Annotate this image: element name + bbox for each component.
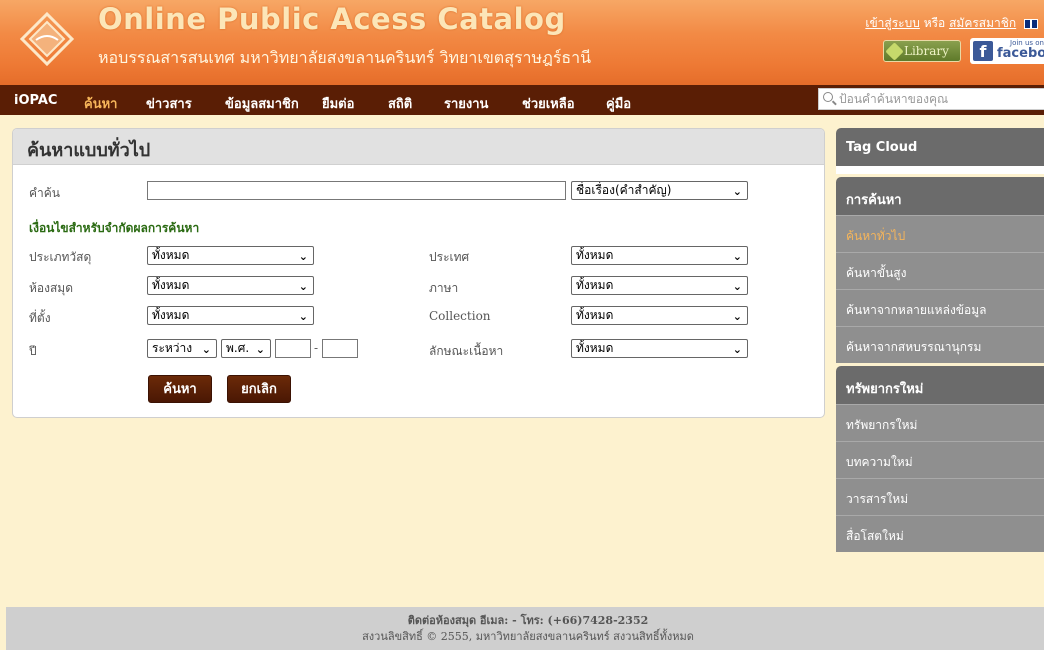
chevron-down-icon: ⌄ — [298, 310, 308, 323]
content-type-label: ลักษณะเนื้อหา — [429, 344, 504, 358]
search-icon — [823, 92, 833, 102]
site-title: Online Public Acess Catalog — [98, 2, 566, 36]
tag-cloud-heading: Tag Cloud — [836, 128, 1044, 166]
chevron-down-icon: ⌄ — [255, 343, 265, 356]
nav-item-search[interactable]: ค้นหา — [84, 93, 117, 114]
collection-label: Collection — [429, 309, 491, 323]
footer-copyright: สงวนลิขสิทธิ์ © 2555, มหาวิทยาลัยสงขลานค… — [362, 630, 694, 643]
side-item-new-media[interactable]: สื่อโสตใหม่ — [836, 515, 1044, 552]
year-mode-select[interactable]: ระหว่าง ⌄ — [147, 339, 217, 358]
library-button[interactable]: Library — [883, 40, 961, 62]
chevron-down-icon: ⌄ — [732, 310, 742, 323]
nav-item-news[interactable]: ข่าวสาร — [146, 93, 192, 114]
book-logo-icon — [19, 11, 75, 67]
page-title: ค้นหาแบบทั่วไป — [13, 129, 824, 165]
search-menu-heading: การค้นหา — [836, 177, 1044, 215]
location-select[interactable]: ทั้งหมด ⌄ — [147, 306, 314, 325]
nav-item-help[interactable]: ช่วยเหลือ — [522, 93, 575, 114]
keyword-label: คำค้น — [29, 186, 60, 200]
country-label: ประเทศ — [429, 250, 470, 264]
year-label: ปี — [29, 344, 37, 358]
cancel-button[interactable]: ยกเลิก — [227, 375, 291, 403]
chevron-down-icon: ⌄ — [201, 343, 211, 356]
chevron-down-icon: ⌄ — [732, 250, 742, 263]
library-button-label: Library — [904, 44, 949, 58]
country-select[interactable]: ทั้งหมด ⌄ — [571, 246, 748, 265]
leaf-icon — [885, 42, 904, 61]
country-value: ทั้งหมด — [576, 248, 614, 262]
material-type-label: ประเภทวัสดุ — [29, 250, 92, 264]
material-type-select[interactable]: ทั้งหมด ⌄ — [147, 246, 314, 265]
search-field-select[interactable]: ชื่อเรื่อง(คำสำคัญ) ⌄ — [571, 181, 748, 200]
facebook-button[interactable]: f Join us on facebook — [970, 38, 1044, 64]
search-menu: การค้นหา ค้นหาทั่วไป ค้นหาขั้นสูง ค้นหาจ… — [836, 177, 1044, 363]
side-item-new-journals[interactable]: วารสารใหม่ — [836, 478, 1044, 515]
language-value: ทั้งหมด — [576, 278, 614, 292]
side-item-new-articles[interactable]: บทความใหม่ — [836, 441, 1044, 478]
nav-item-renew[interactable]: ยืมต่อ — [322, 93, 354, 114]
basic-search-panel: ค้นหาแบบทั่วไป คำค้น ชื่อเรื่อง(คำสำคัญ)… — [12, 128, 825, 418]
nav-item-member[interactable]: ข้อมูลสมาชิก — [225, 93, 299, 114]
library-select[interactable]: ทั้งหมด ⌄ — [147, 276, 314, 295]
login-link[interactable]: เข้าสู่ระบบ — [865, 16, 920, 30]
search-field-value: ชื่อเรื่อง(คำสำคัญ) — [576, 183, 672, 197]
location-label: ที่ตั้ง — [29, 311, 51, 325]
facebook-icon: f — [973, 41, 993, 61]
new-resources-menu: ทรัพยากรใหม่ ทรัพยากรใหม่ บทความใหม่ วาร… — [836, 366, 1044, 552]
english-flag-icon[interactable] — [1024, 18, 1038, 29]
year-from-input[interactable] — [275, 339, 311, 358]
nav-item-reports[interactable]: รายงาน — [444, 93, 488, 114]
chevron-down-icon: ⌄ — [732, 343, 742, 356]
register-link[interactable]: สมัครสมาชิก — [949, 16, 1016, 30]
side-item-union-catalog-search[interactable]: ค้นหาจากสหบรรณานุกรม — [836, 326, 1044, 363]
collection-value: ทั้งหมด — [576, 308, 614, 322]
chevron-down-icon: ⌄ — [298, 250, 308, 263]
content-type-value: ทั้งหมด — [576, 341, 614, 355]
chevron-down-icon: ⌄ — [298, 280, 308, 293]
site-subtitle: หอบรรณสารสนเทศ มหาวิทยาลัยสงขลานครินทร์ … — [98, 48, 592, 67]
tag-cloud-box: Tag Cloud — [836, 128, 1044, 174]
footer: ติดต่อห้องสมุด อีเมล: - โทร: (+66)7428-2… — [6, 607, 1044, 650]
material-type-value: ทั้งหมด — [152, 248, 190, 262]
year-to-input[interactable] — [322, 339, 358, 358]
side-item-basic-search[interactable]: ค้นหาทั่วไป — [836, 215, 1044, 252]
top-search-placeholder: ป้อนคำค้นหาของคุณ — [839, 92, 949, 106]
side-item-advanced-search[interactable]: ค้นหาขั้นสูง — [836, 252, 1044, 289]
year-separator: - — [314, 341, 319, 355]
keyword-input[interactable] — [147, 181, 566, 200]
library-value: ทั้งหมด — [152, 278, 190, 292]
language-label: ภาษา — [429, 281, 459, 295]
filter-heading: เงื่อนไขสำหรับจำกัดผลการค้นหา — [29, 221, 200, 235]
side-item-multi-source-search[interactable]: ค้นหาจากหลายแหล่งข้อมูล — [836, 289, 1044, 326]
location-value: ทั้งหมด — [152, 308, 190, 322]
chevron-down-icon: ⌄ — [732, 185, 742, 198]
new-resources-heading: ทรัพยากรใหม่ — [836, 366, 1044, 404]
nav-brand[interactable]: iOPAC — [14, 93, 57, 108]
site-header: Online Public Acess Catalog หอบรรณสารสนเ… — [0, 0, 1044, 85]
chevron-down-icon: ⌄ — [732, 280, 742, 293]
tag-cloud-body — [836, 166, 1044, 174]
facebook-label: facebook — [997, 46, 1044, 61]
side-item-new-resources[interactable]: ทรัพยากรใหม่ — [836, 404, 1044, 441]
nav-item-manual[interactable]: คู่มือ — [606, 93, 631, 114]
account-links: เข้าสู่ระบบ หรือ สมัครสมาชิก — [865, 14, 1038, 33]
nav-item-stats[interactable]: สถิติ — [388, 93, 412, 114]
top-search-input[interactable]: ป้อนคำค้นหาของคุณ — [818, 88, 1044, 110]
year-era-value: พ.ศ. — [226, 341, 250, 355]
or-text: หรือ — [923, 16, 946, 30]
year-era-select[interactable]: พ.ศ. ⌄ — [221, 339, 271, 358]
footer-contact: ติดต่อห้องสมุด อีเมล: - โทร: (+66)7428-2… — [407, 614, 649, 627]
search-button[interactable]: ค้นหา — [148, 375, 212, 403]
year-mode-value: ระหว่าง — [152, 341, 193, 355]
content-type-select[interactable]: ทั้งหมด ⌄ — [571, 339, 748, 358]
collection-select[interactable]: ทั้งหมด ⌄ — [571, 306, 748, 325]
library-label: ห้องสมุด — [29, 281, 74, 295]
language-select[interactable]: ทั้งหมด ⌄ — [571, 276, 748, 295]
